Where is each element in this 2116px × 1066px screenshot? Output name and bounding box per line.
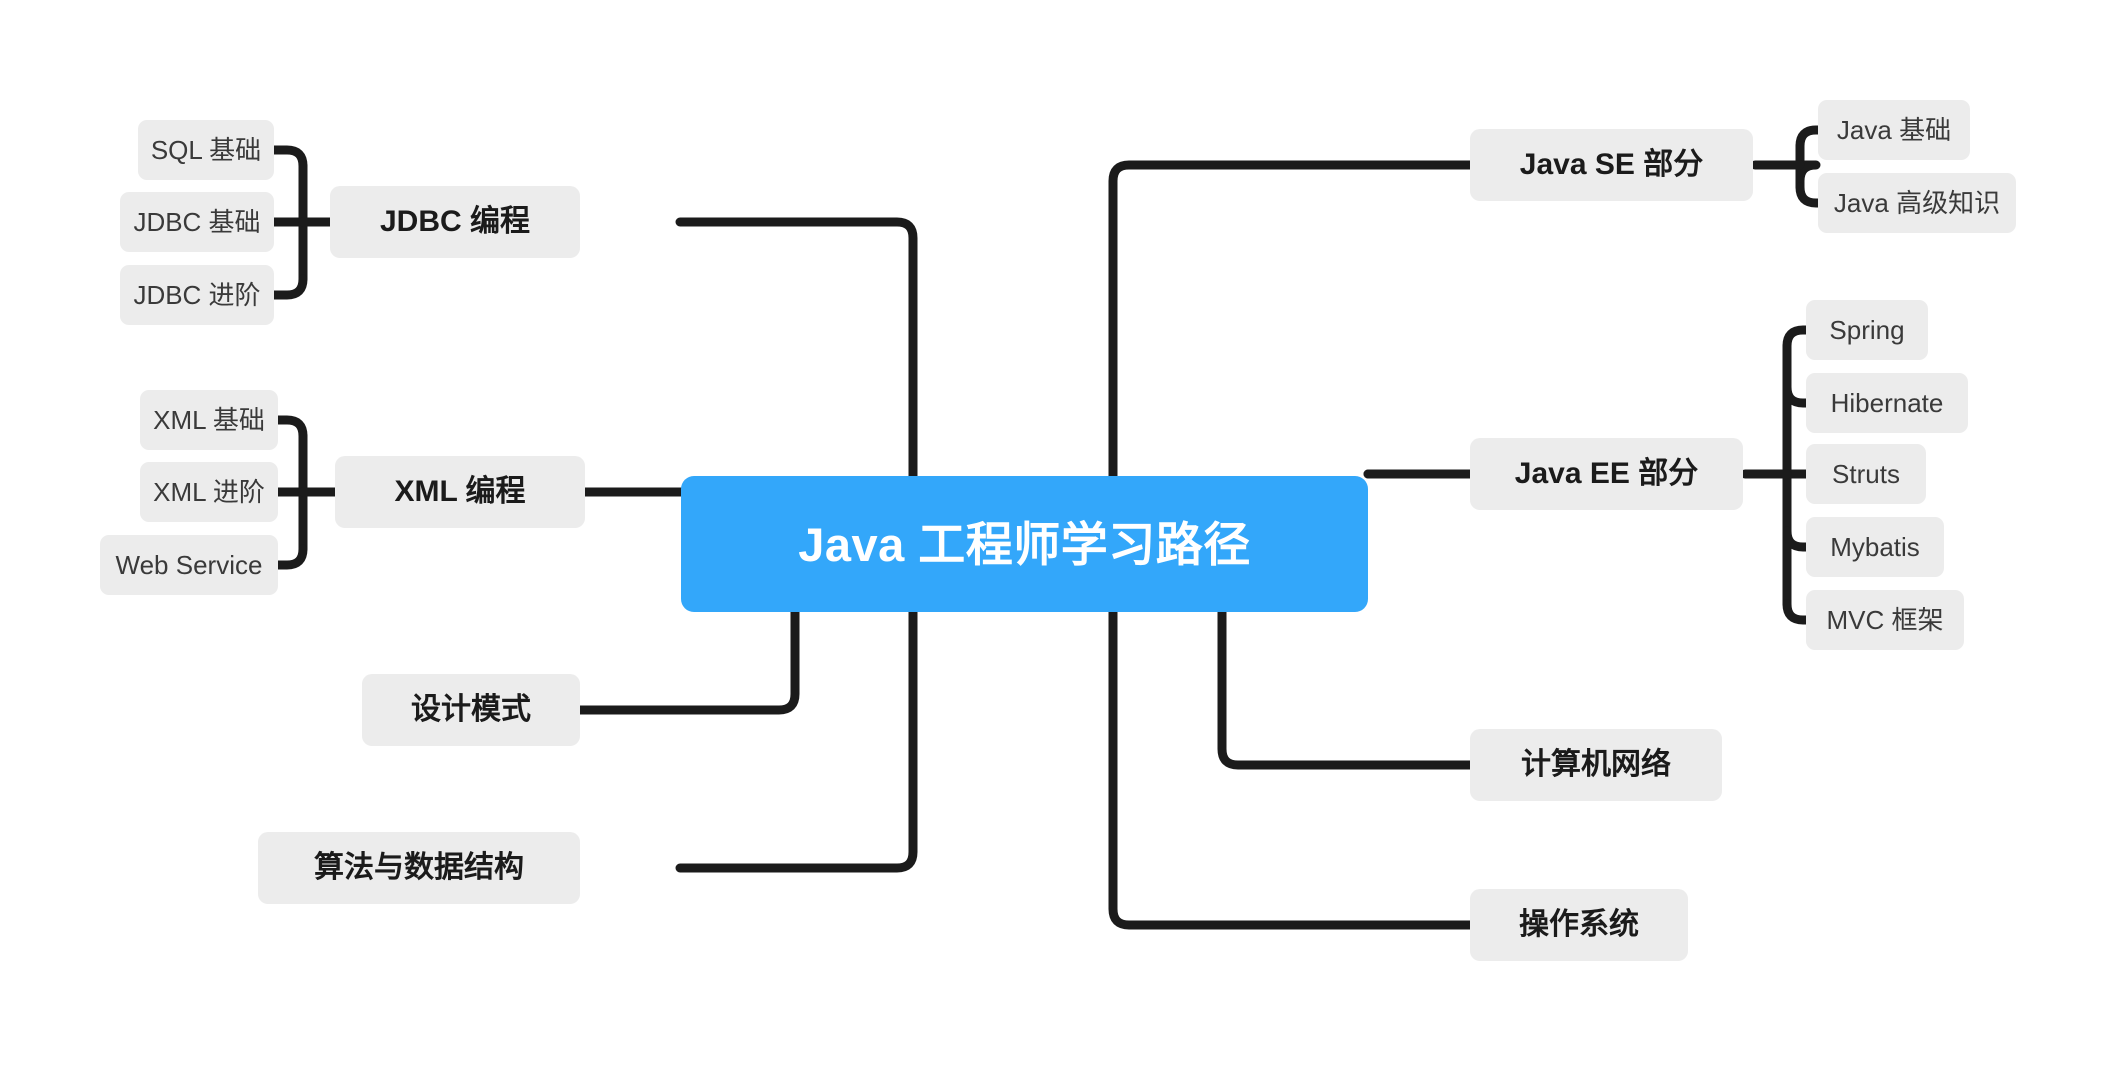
branch-node-xml-label: XML 编程 [394, 475, 526, 508]
leaf-node-sql-basics-label: SQL 基础 [150, 135, 262, 165]
branch-node-java-ee-label: Java EE 部分 [1514, 457, 1699, 490]
leaf-node-jdbc-advanced-label: JDBC 进阶 [133, 280, 261, 310]
connector-right-spine-upper [1108, 160, 1475, 481]
leaf-node-java-advanced-label: Java 高级知识 [1833, 188, 2001, 218]
leaf-node-spring-label: Spring [1829, 315, 1905, 345]
branch-node-algorithms[interactable]: 算法与数据结构 [258, 832, 580, 904]
branch-node-java-ee[interactable]: Java EE 部分 [1470, 438, 1743, 510]
leaf-node-jdbc-advanced[interactable]: JDBC 进阶 [120, 265, 274, 325]
mindmap-canvas: Java 工程师学习路径 JDBC 编程 XML 编程 设计模式 算法与数据结构… [0, 0, 2116, 1066]
connector-left-design [575, 607, 800, 715]
leaf-node-java-basics-label: Java 基础 [1836, 115, 1952, 145]
branch-node-java-se-label: Java SE 部分 [1519, 148, 1704, 181]
leaf-node-web-service-label: Web Service [115, 550, 263, 580]
leaf-node-java-basics[interactable]: Java 基础 [1818, 100, 1970, 160]
leaf-node-jdbc-basics-label: JDBC 基础 [133, 207, 261, 237]
branch-node-algorithms-label: 算法与数据结构 [314, 851, 524, 884]
branch-node-design-patterns[interactable]: 设计模式 [362, 674, 580, 746]
branch-node-jdbc-label: JDBC 编程 [379, 205, 530, 238]
leaf-node-struts[interactable]: Struts [1806, 444, 1926, 504]
leaf-node-hibernate[interactable]: Hibernate [1806, 373, 1968, 433]
leaf-node-struts-label: Struts [1832, 459, 1900, 489]
branch-node-os-label: 操作系统 [1519, 908, 1639, 941]
branch-node-xml[interactable]: XML 编程 [335, 456, 585, 528]
leaf-node-jdbc-basics[interactable]: JDBC 基础 [120, 192, 274, 252]
root-node[interactable]: Java 工程师学习路径 [681, 476, 1368, 612]
leaf-node-xml-basics[interactable]: XML 基础 [140, 390, 278, 450]
leaf-node-spring[interactable]: Spring [1806, 300, 1928, 360]
leaf-node-java-advanced[interactable]: Java 高级知识 [1818, 173, 2016, 233]
branch-node-os[interactable]: 操作系统 [1470, 889, 1688, 961]
leaf-node-mybatis[interactable]: Mybatis [1806, 517, 1944, 577]
branch-node-java-se[interactable]: Java SE 部分 [1470, 129, 1753, 201]
leaf-node-mvc-framework[interactable]: MVC 框架 [1806, 590, 1964, 650]
leaf-node-hibernate-label: Hibernate [1830, 388, 1944, 418]
leaf-node-xml-advanced-label: XML 进阶 [153, 477, 265, 507]
branch-node-network[interactable]: 计算机网络 [1470, 729, 1722, 801]
leaf-node-web-service[interactable]: Web Service [100, 535, 278, 595]
root-node-label: Java 工程师学习路径 [798, 517, 1251, 571]
leaf-node-xml-advanced[interactable]: XML 进阶 [140, 462, 278, 522]
leaf-node-sql-basics[interactable]: SQL 基础 [138, 120, 274, 180]
connector-right-network [1217, 607, 1475, 770]
branch-node-network-label: 计算机网络 [1521, 748, 1671, 781]
leaf-node-mybatis-label: Mybatis [1830, 532, 1920, 562]
leaf-node-xml-basics-label: XML 基础 [153, 405, 265, 435]
branch-node-jdbc[interactable]: JDBC 编程 [330, 186, 580, 258]
connector-left-spine [655, 217, 918, 497]
leaf-node-mvc-framework-label: MVC 框架 [1826, 605, 1944, 635]
branch-node-design-patterns-label: 设计模式 [411, 693, 531, 726]
